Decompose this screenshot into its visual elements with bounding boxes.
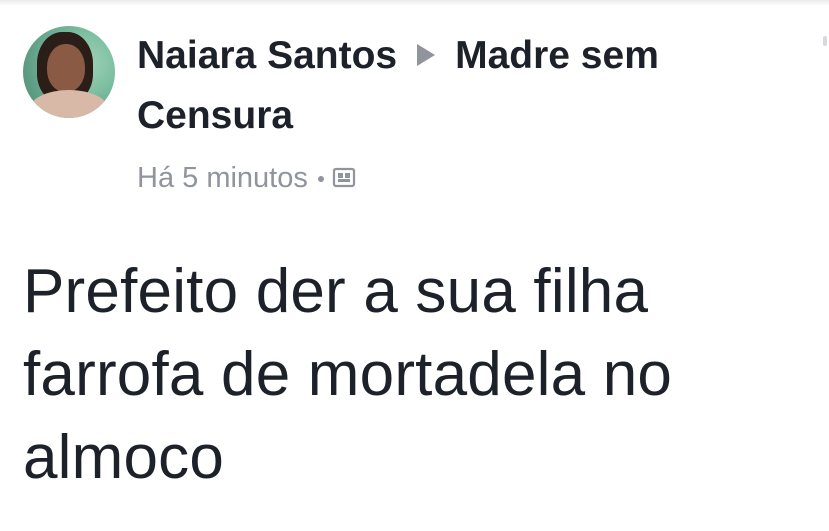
feed-post: Naiara Santos Madre sem Censura Há 5 minu…: [0, 0, 829, 531]
avatar-shoulders: [29, 90, 109, 118]
post-meta: Há 5 minutos: [137, 160, 356, 198]
post-header-line-1: Naiara Santos Madre sem: [137, 32, 807, 80]
post-text-line: Prefeito der a sua filha: [23, 257, 649, 326]
triangle-right-icon: [417, 44, 436, 66]
post-top-border: [0, 0, 829, 6]
meta-separator-dot: [317, 176, 324, 183]
group-name-link[interactable]: Madre sem: [455, 34, 659, 77]
avatar-face: [47, 44, 85, 92]
post-header-line-2: Censura: [137, 92, 807, 140]
group-name-link-cont[interactable]: Censura: [137, 94, 293, 137]
author-name-link[interactable]: Naiara Santos: [137, 34, 397, 77]
post-text-line: farrofa de mortadela no: [23, 340, 673, 409]
scrollbar-fragment: [823, 36, 827, 46]
group-audience-icon[interactable]: [332, 162, 356, 198]
timestamp-link[interactable]: Há 5 minutos: [137, 162, 308, 194]
post-text-line: almoco: [23, 423, 225, 492]
avatar[interactable]: [23, 26, 115, 118]
post-body: Prefeito der a sua filha farrofa de mort…: [23, 250, 813, 499]
